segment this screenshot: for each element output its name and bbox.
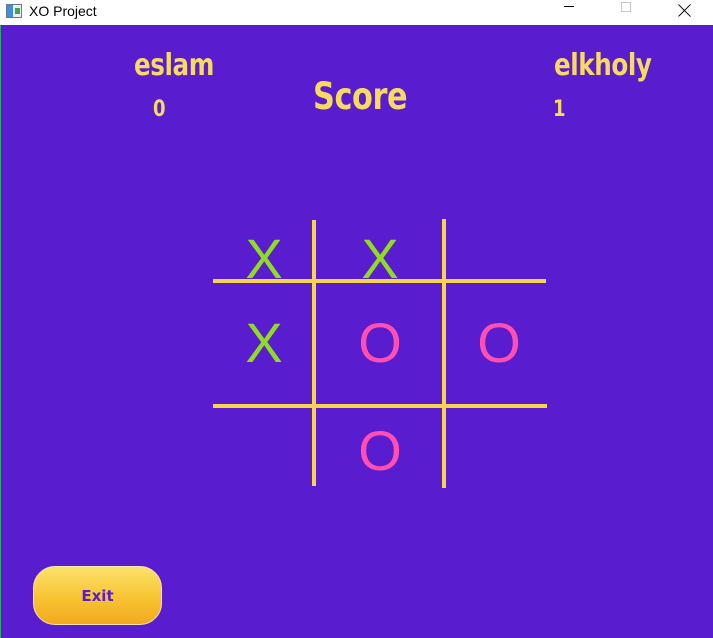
board-cell-6[interactable]: O: [449, 303, 549, 383]
game-area: eslam 0 Score elkholy 1 X X X O O O Exit: [0, 25, 713, 638]
board-cell-3[interactable]: [449, 219, 549, 299]
board-cell-5[interactable]: O: [330, 303, 430, 383]
minimize-button[interactable]: [540, 0, 597, 25]
exit-button[interactable]: Exit: [33, 566, 162, 625]
exit-button-label: Exit: [81, 586, 114, 605]
board-cell-8[interactable]: O: [330, 411, 430, 491]
close-icon: [678, 3, 692, 17]
maximize-icon: [620, 1, 631, 12]
window-title: XO Project: [29, 3, 97, 19]
board-cell-1[interactable]: X: [214, 219, 314, 299]
board-cell-7[interactable]: [214, 411, 314, 491]
minimize-icon: [563, 6, 574, 7]
grid-line-vertical-2: [442, 219, 446, 488]
board-cell-2[interactable]: X: [330, 219, 430, 299]
maximize-button[interactable]: [597, 0, 654, 25]
app-window-icon: [6, 4, 22, 18]
window-titlebar: XO Project: [0, 0, 713, 25]
grid-line-horizontal-2: [213, 404, 547, 408]
board-cell-9[interactable]: [449, 411, 549, 491]
game-board: X X X O O O: [1, 25, 713, 638]
close-button[interactable]: [656, 0, 713, 25]
board-cell-4[interactable]: X: [214, 303, 314, 383]
